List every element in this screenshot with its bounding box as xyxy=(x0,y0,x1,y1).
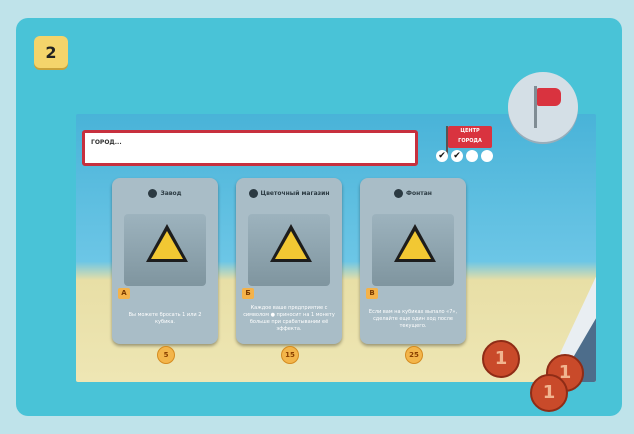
checkmark-2: ✔ xyxy=(451,150,463,162)
card-description: Каждое ваше предприятие с символом ● при… xyxy=(243,305,335,332)
coin[interactable]: 1 xyxy=(530,374,568,412)
landmark-card-factory[interactable]: Завод А Вы можете бросать 1 или 2 кубика… xyxy=(112,178,218,344)
landmark-icon xyxy=(148,188,158,198)
landmark-icon xyxy=(248,188,258,198)
card-description: Если вам на кубиках выпало «7», сделайте… xyxy=(368,308,458,329)
page: 2 ГОРОД... ЦЕНТР ГОРОДА ✔ ✔ Завод А Вы м… xyxy=(0,0,634,434)
card-price: 15 xyxy=(281,346,299,364)
card-header: Цветочный магазин xyxy=(236,178,342,208)
checkmark-1: ✔ xyxy=(436,150,448,162)
progress-checkmarks: ✔ ✔ xyxy=(436,150,493,164)
checkmark-3 xyxy=(466,150,478,162)
step-number-badge: 2 xyxy=(34,36,68,68)
flag-icon xyxy=(508,72,578,142)
card-title: Цветочный магазин xyxy=(260,189,330,197)
card-header: Завод xyxy=(112,178,218,208)
landmark-icon xyxy=(394,188,404,198)
city-name-label: ГОРОД... xyxy=(91,139,122,146)
checkmark-4 xyxy=(481,150,493,162)
coin[interactable]: 1 xyxy=(482,340,520,378)
card-title: Завод xyxy=(160,189,182,197)
card-description: Вы можете бросать 1 или 2 кубика. xyxy=(128,312,202,325)
construction-sign-icon xyxy=(248,214,330,286)
card-title: Фонтан xyxy=(406,189,432,197)
city-name-field[interactable]: ГОРОД... xyxy=(82,130,418,166)
card-price: 25 xyxy=(405,346,423,364)
card-price: 5 xyxy=(157,346,175,364)
card-header: Фонтан xyxy=(360,178,466,208)
landmark-card-fountain[interactable]: Фонтан В Если вам на кубиках выпало «7»,… xyxy=(360,178,466,344)
construction-sign-icon xyxy=(124,214,206,286)
city-center-flag-text: ЦЕНТР ГОРОДА xyxy=(448,126,492,148)
landmark-card-flower-shop[interactable]: Цветочный магазин Б Каждое ваше предприя… xyxy=(236,178,342,344)
construction-sign-icon xyxy=(372,214,454,286)
